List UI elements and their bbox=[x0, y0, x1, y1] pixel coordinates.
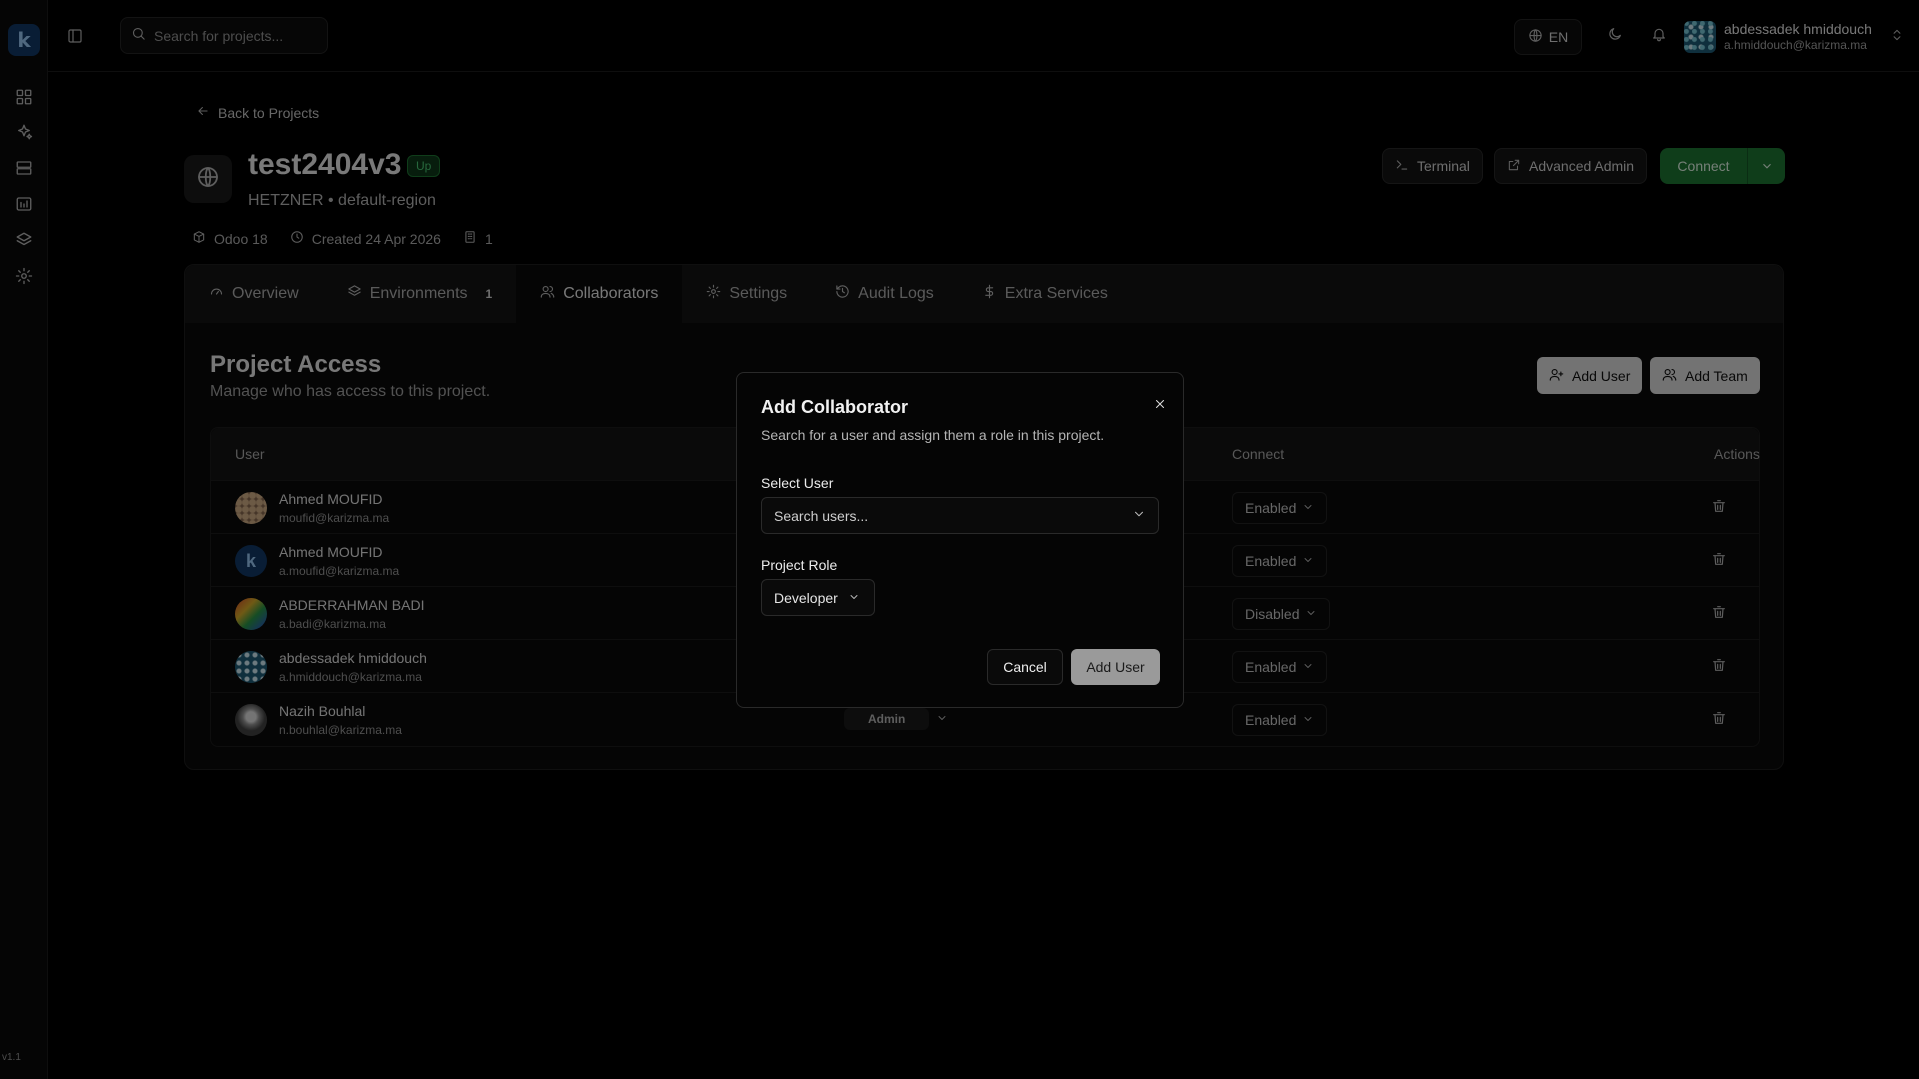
add-user-submit-button[interactable]: Add User bbox=[1071, 649, 1160, 685]
dialog-description: Search for a user and assign them a role… bbox=[761, 427, 1105, 443]
add-collaborator-dialog: Add Collaborator Search for a user and a… bbox=[736, 372, 1184, 708]
user-select[interactable]: Search users... bbox=[761, 497, 1159, 534]
dialog-title: Add Collaborator bbox=[761, 397, 908, 417]
close-icon[interactable] bbox=[1151, 395, 1169, 413]
cancel-button[interactable]: Cancel bbox=[987, 649, 1063, 685]
chevron-down-icon bbox=[848, 590, 860, 606]
project-role-select[interactable]: Developer bbox=[761, 579, 875, 616]
select-user-label: Select User bbox=[761, 475, 834, 491]
project-role-label: Project Role bbox=[761, 557, 838, 573]
project-role-value: Developer bbox=[774, 589, 838, 606]
user-select-placeholder: Search users... bbox=[774, 507, 869, 524]
chevron-down-icon bbox=[1132, 507, 1146, 524]
